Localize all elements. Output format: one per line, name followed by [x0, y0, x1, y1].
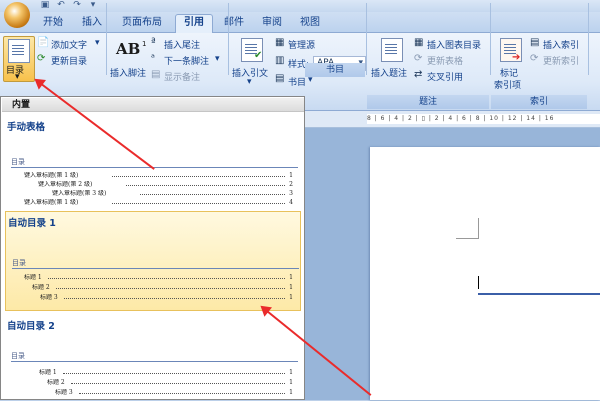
ribbon-tab-bar: 开始 插入 页面布局 引用 邮件 审阅 视图 [0, 2, 600, 33]
toc-entry: 标题 1 1 [39, 369, 293, 376]
update-table-icon: ⟳ [414, 53, 423, 64]
manage-sources-icon: ▦ [275, 37, 285, 48]
insert-index-icon: ▤ [530, 37, 540, 48]
cross-reference-button[interactable]: 交叉引用 [427, 70, 463, 83]
next-footnote-chevron-icon[interactable]: ▾ [215, 54, 220, 64]
insert-table-of-figures-button[interactable]: 插入图表目录 [427, 38, 481, 51]
toc-style-manual[interactable]: 目录 键入章标题(第 1 级) 1 键入章标题(第 2 级) 2 键入章标题(第… [5, 153, 301, 215]
toc-sample-heading: 目录 [11, 158, 25, 166]
toc-entry: 标题 2 1 [32, 284, 293, 291]
next-footnote-icon: ᵃ [151, 53, 155, 64]
tab-home[interactable]: 开始 [36, 16, 70, 32]
margin-corner-mark [456, 218, 479, 239]
save-icon[interactable]: ▣ [38, 0, 52, 11]
office-button[interactable] [4, 2, 30, 28]
toc-entry: 标题 1 1 [24, 274, 293, 281]
toc-entry: 键入章标题(第 1 级) 1 [24, 172, 293, 179]
ruler-scale: 8 | 6 | 4 | 2 | ▯ | 2 | 4 | 6 | 8 | 10 |… [367, 114, 600, 124]
toc-gallery-dropdown[interactable]: 内置 手动表格 目录 键入章标题(第 1 级) 1 键入章标题(第 2 级) 2… [0, 96, 305, 400]
redo-icon[interactable]: ↷ [70, 0, 84, 11]
customize-icon[interactable]: ▾ [86, 0, 100, 11]
mark-entry-pen-icon: ➔ [512, 52, 521, 63]
group-separator [490, 3, 491, 75]
toc-sample-rule [12, 268, 299, 269]
toc-entry: 键入章标题(第 2 级) 2 [38, 181, 293, 188]
cross-reference-icon: ⇄ [414, 69, 423, 80]
selection-underline [478, 293, 600, 295]
group-separator [228, 3, 229, 75]
toc-sample-heading: 目录 [12, 259, 26, 267]
manage-sources-button[interactable]: 管理源 [288, 38, 315, 51]
tab-review[interactable]: 审阅 [256, 16, 288, 32]
add-text-button[interactable]: 添加文字 [51, 38, 87, 51]
bibliography-icon: ▤ [275, 73, 285, 84]
group-label-index: 索引 [491, 95, 587, 109]
toc-icon [8, 39, 30, 63]
toc-entry: 键入章标题(第 3 级) 3 [52, 190, 293, 197]
title-bar: ▣ ↶ ↷ ▾ [0, 0, 600, 12]
group-separator [366, 3, 367, 75]
toc-sample-heading: 目录 [11, 352, 25, 360]
undo-icon[interactable]: ↶ [54, 0, 68, 11]
update-toc-button[interactable]: 更新目录 [51, 54, 87, 67]
update-table-button: 更新表格 [427, 57, 464, 67]
insert-footnote-icon: AB [116, 40, 141, 58]
bibliography-button[interactable]: 书目 [288, 75, 306, 88]
tab-references[interactable]: 引用 [175, 14, 213, 33]
insert-endnote-icon: ª [151, 37, 156, 48]
toc-entry: 标题 3 1 [55, 389, 293, 396]
toc-entry: 标题 2 1 [47, 379, 293, 386]
insert-caption-icon [381, 38, 403, 62]
show-notes-button: 显示备注 [164, 73, 201, 83]
check-icon: ✔ [254, 50, 263, 61]
insert-citation-chevron-icon[interactable]: ▾ [247, 77, 252, 87]
update-toc-icon: ⟳ [37, 53, 46, 64]
toc-entry: 键入章标题(第 1 级) 4 [24, 199, 293, 206]
document-page[interactable] [370, 147, 600, 400]
insert-endnote-button[interactable]: 插入尾注 [164, 38, 200, 51]
style-icon: ▥ [275, 55, 285, 66]
gallery-header-builtin: 内置 [2, 98, 304, 112]
footnote-superscript-icon: 1 [142, 40, 147, 48]
group-label-captions: 题注 [367, 95, 489, 109]
chevron-down-icon: ▾ [15, 72, 20, 82]
show-notes-icon: ▤ [151, 69, 161, 80]
add-text-icon: 📄 [37, 37, 50, 48]
insert-index-button[interactable]: 插入索引 [543, 38, 579, 51]
insert-footnote-button[interactable]: 插入脚注 [110, 66, 146, 79]
insert-caption-button[interactable]: 插入题注 [371, 66, 407, 79]
group-separator [588, 3, 589, 75]
group-label-citations: 书目 [305, 63, 365, 77]
toc-style-auto-1[interactable]: 自动目录 1 目录 标题 1 1 标题 2 1 标题 3 1 [5, 211, 301, 311]
toc-style-auto-2[interactable]: 目录 标题 1 1 标题 2 1 标题 3 1 [5, 349, 301, 401]
tab-insert[interactable]: 插入 [76, 16, 108, 32]
text-cursor [478, 276, 479, 289]
group-separator [106, 3, 107, 75]
add-text-chevron-icon[interactable]: ▾ [95, 38, 100, 48]
auto-toc-2-title: 自动目录 2 [7, 321, 55, 332]
auto-toc-1-title: 自动目录 1 [8, 218, 56, 229]
tab-mailings[interactable]: 邮件 [218, 16, 250, 32]
mark-entry-button-line2[interactable]: 索引项 [494, 78, 521, 91]
tab-page-layout[interactable]: 页面布局 [114, 16, 170, 32]
table-of-figures-icon: ▦ [414, 37, 424, 48]
toc-sample-rule [11, 361, 298, 362]
tab-view[interactable]: 视图 [294, 16, 326, 32]
update-index-icon: ⟳ [530, 53, 539, 64]
toc-entry: 标题 3 1 [40, 294, 293, 301]
horizontal-ruler[interactable]: 8 | 6 | 4 | 2 | ▯ | 2 | 4 | 6 | 8 | 10 |… [305, 111, 600, 128]
toc-button[interactable]: 目录 ▾ [3, 36, 35, 82]
next-footnote-button[interactable]: 下一条脚注 [164, 54, 209, 67]
manual-table-title: 手动表格 [7, 122, 46, 133]
update-index-button: 更新索引 [543, 57, 580, 67]
